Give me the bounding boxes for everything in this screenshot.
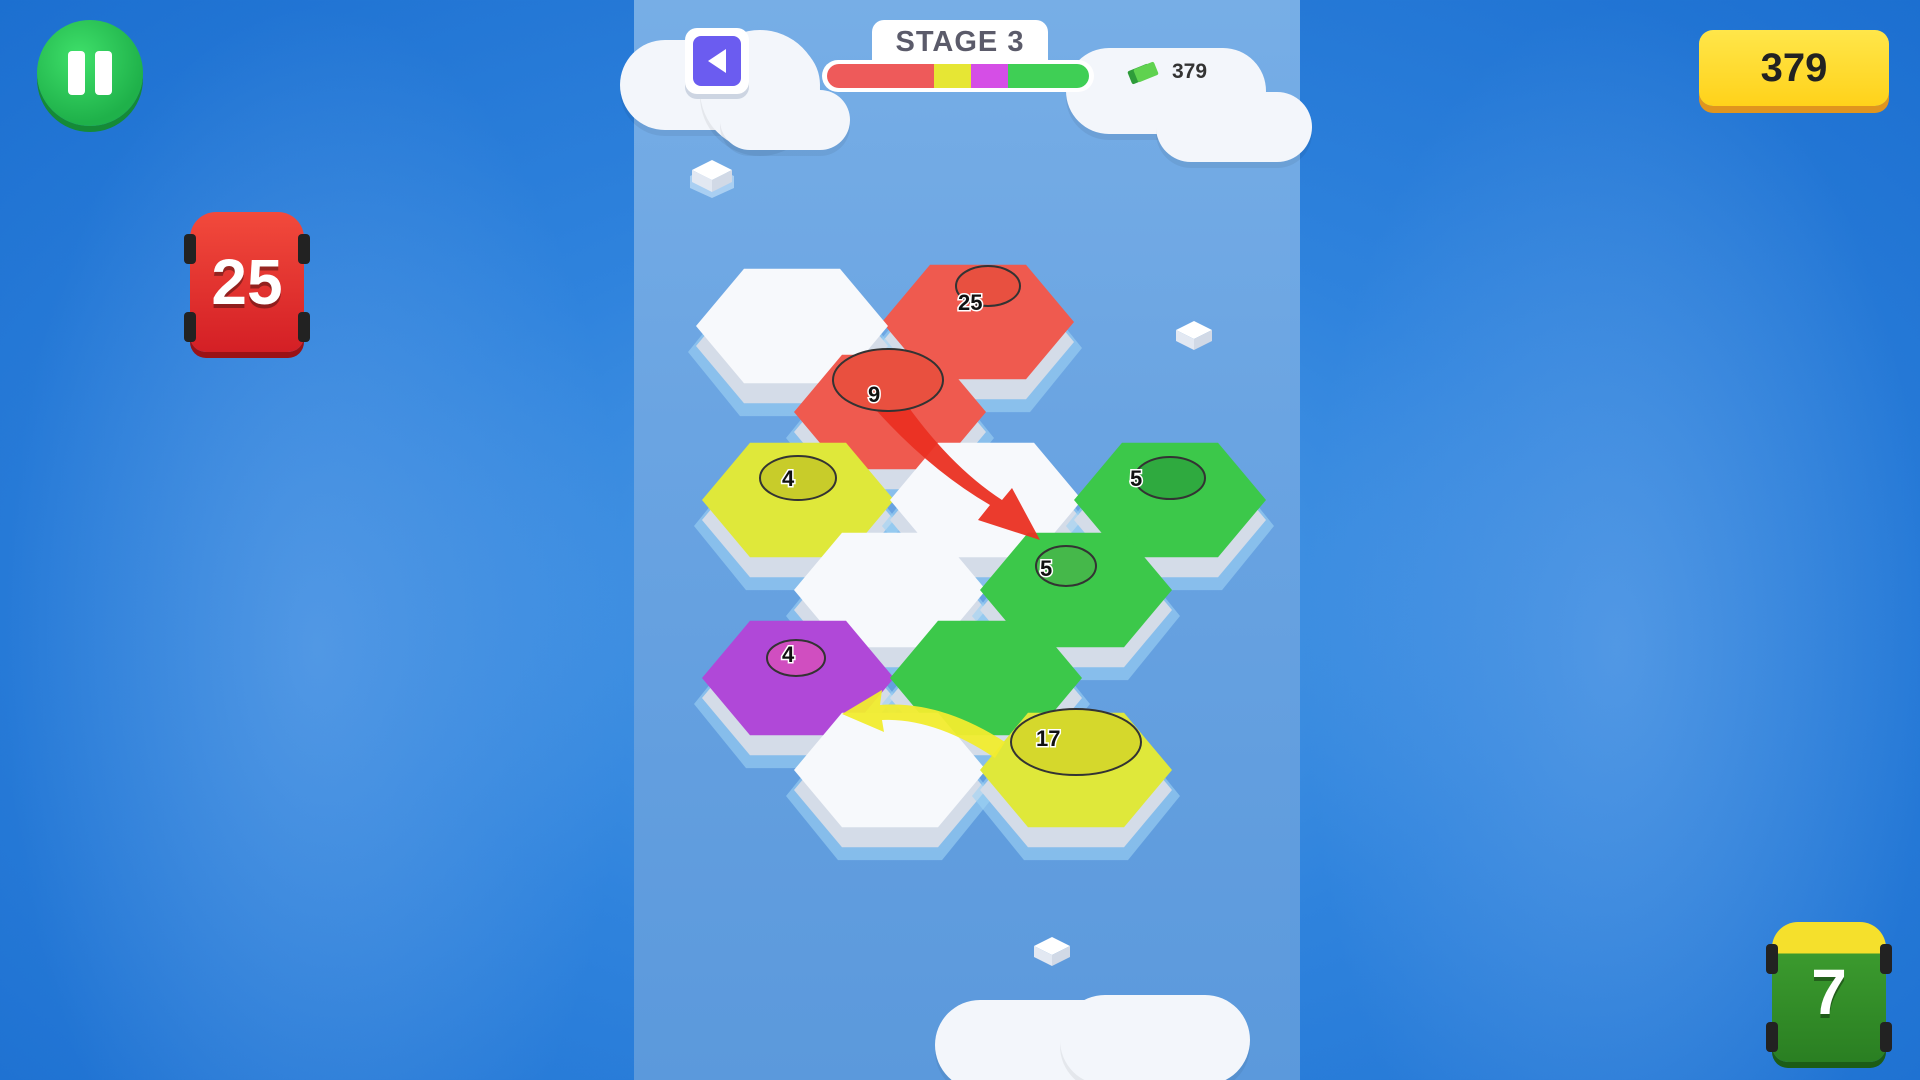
car-wheel	[184, 234, 196, 264]
progress-segment	[827, 64, 935, 88]
yellow-tank-unit[interactable]	[759, 455, 837, 501]
unit-count-red-base: 25	[958, 290, 982, 315]
red-player-card: 25	[184, 212, 310, 352]
unit-count-green-top: 5	[1130, 466, 1142, 491]
car-wheel	[1880, 944, 1892, 974]
unit-count-green-mid: 5	[1040, 556, 1052, 581]
green-player-card: 7	[1766, 922, 1892, 1062]
pause-icon	[95, 51, 112, 95]
pause-icon	[68, 51, 85, 95]
hex-board: 25 9 4 5 5 4 17	[688, 264, 1274, 861]
stage-label: STAGE 3	[872, 20, 1048, 64]
car-wheel	[1880, 1022, 1892, 1052]
cash-amount: 379	[1172, 60, 1208, 83]
progress-segment	[971, 64, 1008, 88]
coin-counter: 379	[1699, 30, 1889, 106]
coin-amount: 379	[1760, 45, 1828, 90]
red-tank-unit[interactable]	[832, 348, 944, 412]
car-wheel	[1766, 1022, 1778, 1052]
territory-progress-fill	[827, 64, 1089, 88]
car-wheel	[1766, 944, 1778, 974]
purple-tank-unit[interactable]	[766, 639, 826, 677]
progress-segment	[934, 64, 972, 88]
yellow-apc-unit[interactable]	[1010, 708, 1142, 776]
red-player-count: 25	[211, 246, 283, 318]
cash-icon	[1127, 61, 1159, 85]
territory-progress-bar	[822, 60, 1094, 92]
pause-button[interactable]	[37, 20, 143, 126]
hex-tiles	[688, 264, 1274, 861]
car-wheel	[184, 312, 196, 342]
back-button[interactable]	[685, 28, 749, 94]
unit-count-red-tank: 9	[868, 382, 880, 407]
unit-count-yellow-apc: 17	[1036, 726, 1060, 751]
green-tank-unit[interactable]	[1134, 456, 1206, 500]
unit-count-purple-tank: 4	[782, 642, 795, 667]
unit-count-yellow-tank: 4	[782, 466, 795, 491]
back-arrow-icon	[693, 36, 741, 86]
cash-display: 379	[1126, 54, 1207, 90]
progress-segment	[1007, 64, 1089, 88]
car-wheel	[298, 312, 310, 342]
car-wheel	[298, 234, 310, 264]
green-player-count: 7	[1811, 956, 1847, 1028]
